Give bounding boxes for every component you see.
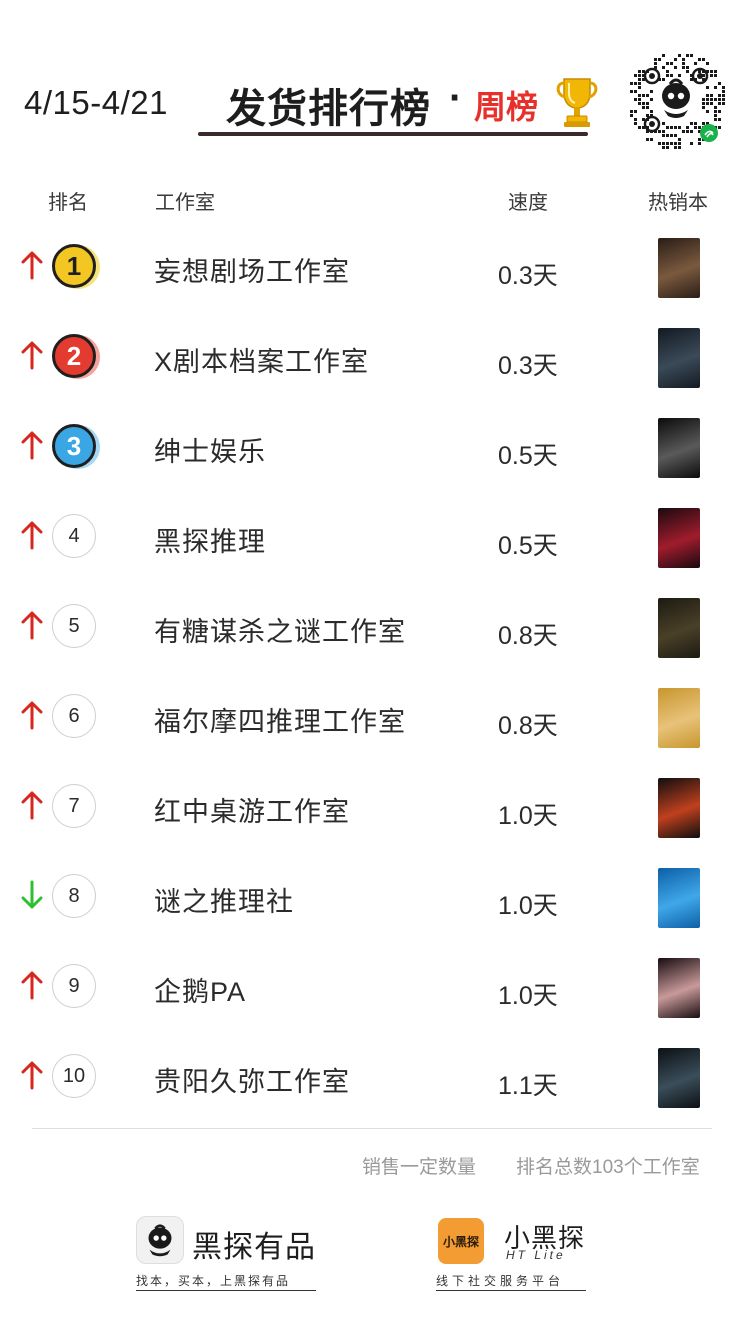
brand-xiaoheitan[interactable]: 小黑探 小黑探 HT Lite 线下社交服务平台 [436, 1216, 606, 1296]
rank-badge: 5 [52, 604, 96, 648]
ranking-row[interactable]: 2 X剧本档案工作室 0.3天 [0, 312, 750, 402]
hot-script-cover[interactable] [658, 508, 700, 568]
brand2-underline [436, 1290, 586, 1291]
rank-medal-gold: 1 [52, 244, 96, 288]
page-title: 发货排行榜 [226, 87, 431, 131]
ranking-row[interactable]: 9 企鹅PA 1.0天 [0, 942, 750, 1032]
column-header-hot: 热销本 [648, 192, 708, 214]
studio-name: 红中桌游工作室 [154, 797, 350, 827]
brand1-name: 黑探有品 [192, 1231, 316, 1264]
shipping-speed: 0.3天 [498, 352, 558, 380]
column-header-rank: 排名 [48, 192, 88, 214]
studio-name: 企鹅PA [154, 977, 247, 1007]
brand2-tagline: 线下社交服务平台 [436, 1274, 565, 1288]
shipping-speed: 0.5天 [498, 442, 558, 470]
ranking-row[interactable]: 1 妄想剧场工作室 0.3天 [0, 222, 750, 312]
brand1-tagline: 找本，买本，上黑探有品 [136, 1274, 291, 1288]
rank-badge: 9 [52, 964, 96, 1008]
arrow-up-icon [21, 971, 43, 1000]
arrow-up-icon [21, 611, 43, 640]
header: 4/15-4/21 发货排行榜 · 周榜 [0, 0, 750, 160]
arrow-up-icon [21, 251, 43, 280]
arrow-up-icon [21, 341, 43, 370]
rank-badge: 8 [52, 874, 96, 918]
rank-badge: 10 [52, 1054, 96, 1098]
shipping-speed: 1.0天 [498, 982, 558, 1010]
brand2-subtitle: HT Lite [506, 1248, 566, 1262]
shipping-speed: 1.1天 [498, 1072, 558, 1100]
arrow-down-icon [21, 880, 43, 909]
column-headers: 排名 工作室 速度 热销本 [0, 182, 750, 216]
rank-medal-blue: 3 [52, 424, 96, 468]
shipping-speed: 1.0天 [498, 802, 558, 830]
hot-script-cover[interactable] [658, 1048, 700, 1108]
hot-script-cover[interactable] [658, 958, 700, 1018]
ranking-row[interactable]: 3 绅士娱乐 0.5天 [0, 402, 750, 492]
hot-script-cover[interactable] [658, 328, 700, 388]
shipping-speed: 0.8天 [498, 622, 558, 650]
ranking-row[interactable]: 4 黑探推理 0.5天 [0, 492, 750, 582]
hot-script-cover[interactable] [658, 418, 700, 478]
heitan-logo-icon [136, 1216, 184, 1264]
hot-script-cover[interactable] [658, 238, 700, 298]
hot-script-cover[interactable] [658, 598, 700, 658]
arrow-up-icon [21, 701, 43, 730]
xiaoheitan-logo-icon: 小黑探 [438, 1218, 484, 1264]
ranking-row[interactable]: 8 谜之推理社 1.0天 [0, 852, 750, 942]
ranking-row[interactable]: 10 贵阳久弥工作室 1.1天 [0, 1032, 750, 1122]
studio-name: 有糖谋杀之谜工作室 [154, 617, 406, 647]
arrow-up-icon [21, 1061, 43, 1090]
page-subtitle: 周榜 [474, 89, 539, 125]
rank-badge: 7 [52, 784, 96, 828]
arrow-up-icon [21, 791, 43, 820]
footer-notes: 销售一定数量 排名总数103个工作室 [0, 1150, 750, 1180]
studio-name: X剧本档案工作室 [154, 347, 370, 377]
rank-medal-red: 2 [52, 334, 96, 378]
brand1-underline [136, 1290, 316, 1291]
column-header-speed: 速度 [508, 192, 548, 214]
shipping-speed: 0.5天 [498, 532, 558, 560]
studio-name: 福尔摩四推理工作室 [154, 707, 406, 737]
trophy-icon [556, 78, 598, 127]
qr-code-icon[interactable] [622, 46, 730, 154]
shipping-speed: 1.0天 [498, 892, 558, 920]
studio-name: 贵阳久弥工作室 [154, 1067, 350, 1097]
arrow-up-icon [21, 521, 43, 550]
studio-name: 黑探推理 [154, 527, 266, 557]
ranking-row[interactable]: 5 有糖谋杀之谜工作室 0.8天 [0, 582, 750, 672]
hot-script-cover[interactable] [658, 778, 700, 838]
shipping-speed: 0.8天 [498, 712, 558, 740]
column-header-studio: 工作室 [155, 192, 215, 214]
divider [32, 1128, 712, 1129]
studio-name: 谜之推理社 [154, 887, 294, 917]
hot-script-cover[interactable] [658, 688, 700, 748]
brand-heitan-youpin[interactable]: 黑探有品 找本，买本，上黑探有品 [136, 1216, 336, 1296]
rank-badge: 4 [52, 514, 96, 558]
total-note: 排名总数103个工作室 [516, 1157, 700, 1178]
studio-name: 绅士娱乐 [154, 437, 266, 467]
shipping-speed: 0.3天 [498, 262, 558, 290]
ranking-row[interactable]: 6 福尔摩四推理工作室 0.8天 [0, 672, 750, 762]
studio-name: 妄想剧场工作室 [154, 257, 350, 287]
title-dot: · [449, 76, 463, 120]
arrow-up-icon [21, 431, 43, 460]
hot-script-cover[interactable] [658, 868, 700, 928]
date-range: 4/15-4/21 [24, 84, 168, 121]
rank-badge: 6 [52, 694, 96, 738]
ranking-row[interactable]: 7 红中桌游工作室 1.0天 [0, 762, 750, 852]
title-underline [198, 132, 588, 136]
sales-note: 销售一定数量 [362, 1157, 477, 1178]
title-block: 发货排行榜 · 周榜 [198, 62, 588, 140]
